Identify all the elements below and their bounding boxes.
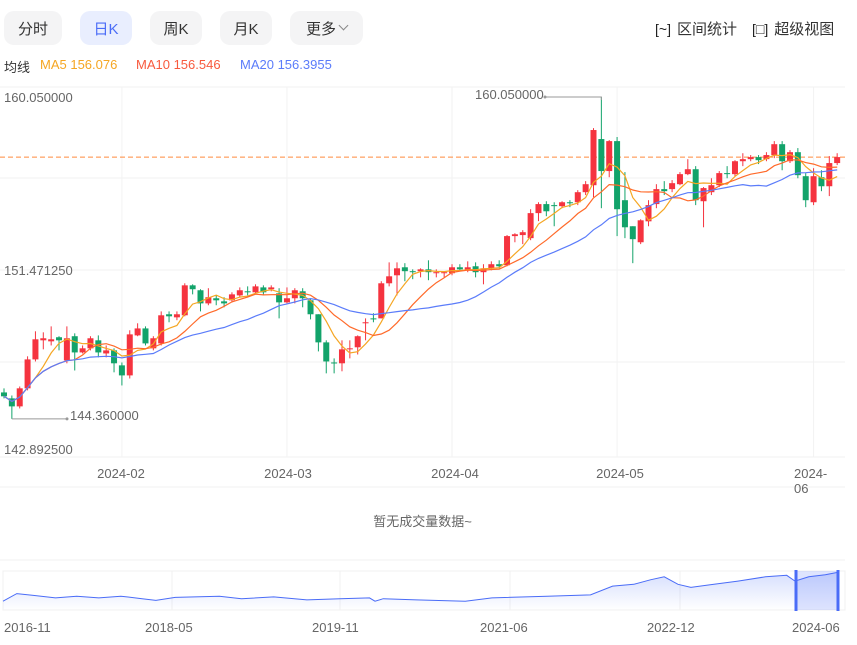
candle-up xyxy=(731,161,738,175)
candle-up xyxy=(103,350,110,354)
candle-down xyxy=(802,176,809,201)
candle-up xyxy=(134,328,141,336)
y-tick-label: 142.892500 xyxy=(4,442,73,457)
x-tick-label: 2024-05 xyxy=(596,466,644,481)
candle-up xyxy=(236,290,243,296)
navigator-tick-label: 2019-11 xyxy=(312,620,359,635)
candle-up xyxy=(338,349,345,364)
candle-down xyxy=(401,267,408,272)
candle-up xyxy=(834,157,841,164)
no-volume-message: 暂无成交量数据~ xyxy=(373,514,472,529)
candle-up xyxy=(354,336,361,348)
candle-up xyxy=(362,322,369,324)
candle-down xyxy=(221,301,228,304)
candle-down xyxy=(71,336,78,353)
candle-up xyxy=(24,359,31,389)
candle-up xyxy=(669,183,676,190)
candle-up xyxy=(441,272,448,274)
candle-down xyxy=(118,365,125,376)
candle-down xyxy=(409,271,416,273)
candle-down xyxy=(142,328,149,344)
candle-down xyxy=(661,189,668,192)
candle-down xyxy=(166,314,173,317)
candle-down xyxy=(794,152,801,176)
candle-up xyxy=(739,159,746,162)
y-tick-label: 151.471250 xyxy=(4,263,73,278)
candle-down xyxy=(724,173,731,175)
candle-up xyxy=(527,213,534,239)
candle-up xyxy=(386,276,393,284)
candle-down xyxy=(629,226,636,240)
candle-up xyxy=(590,130,597,186)
candle-up xyxy=(40,338,47,341)
candle-up xyxy=(511,234,518,237)
candle-down xyxy=(323,342,330,362)
candle-up xyxy=(268,287,275,290)
candle-up xyxy=(676,174,683,185)
candle-up xyxy=(63,338,70,361)
candle-down xyxy=(692,169,699,201)
navigator-tick-label: 2024-06 xyxy=(792,620,840,635)
navigator-window[interactable] xyxy=(796,571,838,610)
y-tick-label: 160.050000 xyxy=(4,90,73,105)
candle-down xyxy=(331,362,338,364)
candle-down xyxy=(755,157,762,161)
candle-down xyxy=(315,314,322,343)
candle-down xyxy=(543,204,550,212)
candle-down xyxy=(598,139,605,172)
candle-down xyxy=(614,141,621,210)
navigator-tick-label: 2021-06 xyxy=(480,620,528,635)
candle-up xyxy=(684,169,691,175)
navigator-tick-label: 2016-11 xyxy=(4,620,51,635)
candle-up xyxy=(826,163,833,187)
max-annotation-line xyxy=(545,96,602,100)
x-tick-label: 2024-03 xyxy=(264,466,312,481)
navigator-handle[interactable] xyxy=(836,570,840,611)
candle-up xyxy=(559,202,566,207)
navigator-tick-label: 2018-05 xyxy=(145,620,193,635)
candle-up xyxy=(747,157,754,160)
x-tick-label: 2024-04 xyxy=(431,466,479,481)
max-annotation-dot xyxy=(543,95,547,99)
candle-up xyxy=(433,272,440,274)
candle-up xyxy=(283,298,290,303)
candle-up xyxy=(79,348,86,353)
max-price-annotation: 160.050000 xyxy=(475,87,544,102)
candle-up xyxy=(582,184,589,193)
candle-up xyxy=(519,232,526,236)
candle-down xyxy=(779,144,786,162)
candle-down xyxy=(456,267,463,270)
candle-up xyxy=(574,192,581,203)
candle-down xyxy=(370,318,377,320)
candle-down xyxy=(1,392,7,397)
candle-up xyxy=(32,339,39,360)
navigator-area xyxy=(3,572,839,610)
candle-down xyxy=(189,285,196,290)
candle-up xyxy=(346,348,353,350)
candle-up xyxy=(252,286,259,293)
candle-up xyxy=(771,144,778,156)
candle-up xyxy=(158,315,165,344)
min-annotation-dot xyxy=(65,417,69,421)
navigator-tick-label: 2022-12 xyxy=(647,620,695,635)
candle-up xyxy=(637,220,644,243)
candle-up xyxy=(48,339,55,342)
candle-down xyxy=(244,291,251,293)
candle-up xyxy=(394,268,400,276)
candle-down xyxy=(56,337,63,341)
candle-up xyxy=(535,204,542,214)
x-tick-label: 2024-06 xyxy=(794,466,828,496)
candle-down xyxy=(551,205,558,207)
x-tick-label: 2024-02 xyxy=(97,466,145,481)
candle-up xyxy=(810,176,817,203)
candle-down xyxy=(213,298,220,301)
candle-up xyxy=(173,314,180,318)
candle-down xyxy=(566,202,573,204)
navigator-handle[interactable] xyxy=(794,570,798,611)
min-price-annotation: 144.360000 xyxy=(70,408,139,423)
candlestick-chart[interactable] xyxy=(0,0,857,645)
